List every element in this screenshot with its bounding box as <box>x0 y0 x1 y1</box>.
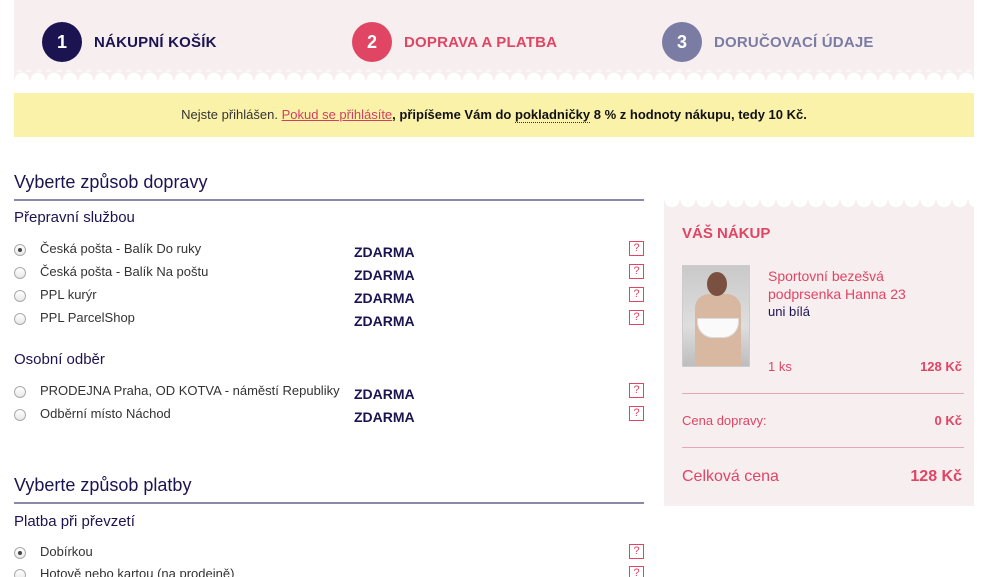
shipping-option[interactable]: Česká pošta - Balík Na poštu ZDARMA ? <box>14 264 644 284</box>
help-icon[interactable]: ? <box>629 383 644 398</box>
radio-button[interactable] <box>14 244 26 256</box>
option-price: ZDARMA <box>354 290 415 306</box>
carrier-heading: Přepravní službou <box>14 209 135 226</box>
product-quantity: 1 ks <box>768 359 792 374</box>
notice-bold-end: 8 % z hodnoty nákupu, tedy 10 Kč. <box>590 107 807 122</box>
shipping-option[interactable]: PPL ParcelShop ZDARMA ? <box>14 310 644 330</box>
cart-summary: VÁŠ NÁKUP Sportovní bezešvá podprsenka H… <box>664 200 974 506</box>
shipping-cost-value: 0 Kč <box>934 413 962 428</box>
option-price: ZDARMA <box>354 409 415 425</box>
option-name: PPL ParcelShop <box>40 310 135 325</box>
help-icon[interactable]: ? <box>629 241 644 256</box>
help-icon[interactable]: ? <box>629 310 644 325</box>
product-price: 128 Kč <box>920 359 962 374</box>
option-name: Odběrní místo Náchod <box>40 406 171 421</box>
radio-button[interactable] <box>14 409 26 421</box>
shipping-option[interactable]: PPL kurýr ZDARMA ? <box>14 287 644 307</box>
payment-heading: Platba při převzetí <box>14 513 135 530</box>
lace-decoration <box>14 66 974 80</box>
divider <box>682 447 964 448</box>
step-number: 2 <box>352 22 392 62</box>
total-value: 128 Kč <box>910 468 962 485</box>
product-variant: uni bílá <box>768 304 810 319</box>
notice-prefix: Nejste přihlášen. <box>181 107 282 122</box>
help-icon[interactable]: ? <box>629 287 644 302</box>
step-delivery-details: 3 DORUČOVACÍ ÚDAJE <box>662 22 874 62</box>
option-price: ZDARMA <box>354 244 415 260</box>
lace-decoration <box>664 200 974 214</box>
step-label: NÁKUPNÍ KOŠÍK <box>94 33 217 51</box>
step-number: 3 <box>662 22 702 62</box>
piggy-bank-term[interactable]: pokladničky <box>515 107 591 123</box>
radio-button[interactable] <box>14 569 26 577</box>
radio-button[interactable] <box>14 313 26 325</box>
shipping-option[interactable]: Česká pošta - Balík Do ruky ZDARMA ? <box>14 241 644 261</box>
option-name: Česká pošta - Balík Do ruky <box>40 241 202 256</box>
step-number: 1 <box>42 22 82 62</box>
payment-option[interactable]: Hotově nebo kartou (na prodejně) ? <box>14 566 644 577</box>
radio-button[interactable] <box>14 386 26 398</box>
option-name: Dobírkou <box>40 544 93 559</box>
product-image[interactable] <box>682 265 750 367</box>
radio-button[interactable] <box>14 267 26 279</box>
option-name: PPL kurýr <box>40 287 97 302</box>
shipping-cost-label: Cena dopravy: <box>682 413 767 428</box>
option-name: Česká pošta - Balík Na poštu <box>40 264 209 279</box>
option-price: ZDARMA <box>354 267 415 283</box>
product-name-link[interactable]: Sportovní bezešvá podprsenka Hanna 23 <box>768 267 958 303</box>
payment-title: Vyberte způsob platby <box>14 475 644 504</box>
login-link[interactable]: Pokud se přihlásíte <box>282 107 393 122</box>
checkout-steps: 1 NÁKUPNÍ KOŠÍK 2 DOPRAVA A PLATBA 3 DOR… <box>14 0 974 80</box>
help-icon[interactable]: ? <box>629 406 644 421</box>
pickup-option[interactable]: Odběrní místo Náchod ZDARMA ? <box>14 406 644 426</box>
option-price: ZDARMA <box>354 386 415 402</box>
product-image-head <box>707 272 727 296</box>
radio-button[interactable] <box>14 547 26 559</box>
total-label: Celková cena <box>682 468 779 485</box>
cart-title: VÁŠ NÁKUP <box>682 225 771 242</box>
shipping-title: Vyberte způsob dopravy <box>14 172 644 201</box>
option-price: ZDARMA <box>354 313 415 329</box>
pickup-heading: Osobní odběr <box>14 351 105 368</box>
login-notice: Nejste přihlášen. Pokud se přihlásíte, p… <box>14 93 974 137</box>
step-shipping-payment: 2 DOPRAVA A PLATBA <box>352 22 557 62</box>
radio-button[interactable] <box>14 290 26 302</box>
help-icon[interactable]: ? <box>629 264 644 279</box>
step-cart[interactable]: 1 NÁKUPNÍ KOŠÍK <box>42 22 217 62</box>
payment-option[interactable]: Dobírkou ? <box>14 544 644 564</box>
help-icon[interactable]: ? <box>629 566 644 577</box>
pickup-option[interactable]: PRODEJNA Praha, OD KOTVA - náměstí Repub… <box>14 383 644 403</box>
option-name: Hotově nebo kartou (na prodejně) <box>40 566 235 577</box>
notice-bold-start: , připíšeme Vám do <box>392 107 515 122</box>
step-label: DORUČOVACÍ ÚDAJE <box>714 33 874 51</box>
divider <box>682 393 964 394</box>
option-name: PRODEJNA Praha, OD KOTVA - náměstí Repub… <box>40 383 340 398</box>
help-icon[interactable]: ? <box>629 544 644 559</box>
step-label: DOPRAVA A PLATBA <box>404 33 558 51</box>
